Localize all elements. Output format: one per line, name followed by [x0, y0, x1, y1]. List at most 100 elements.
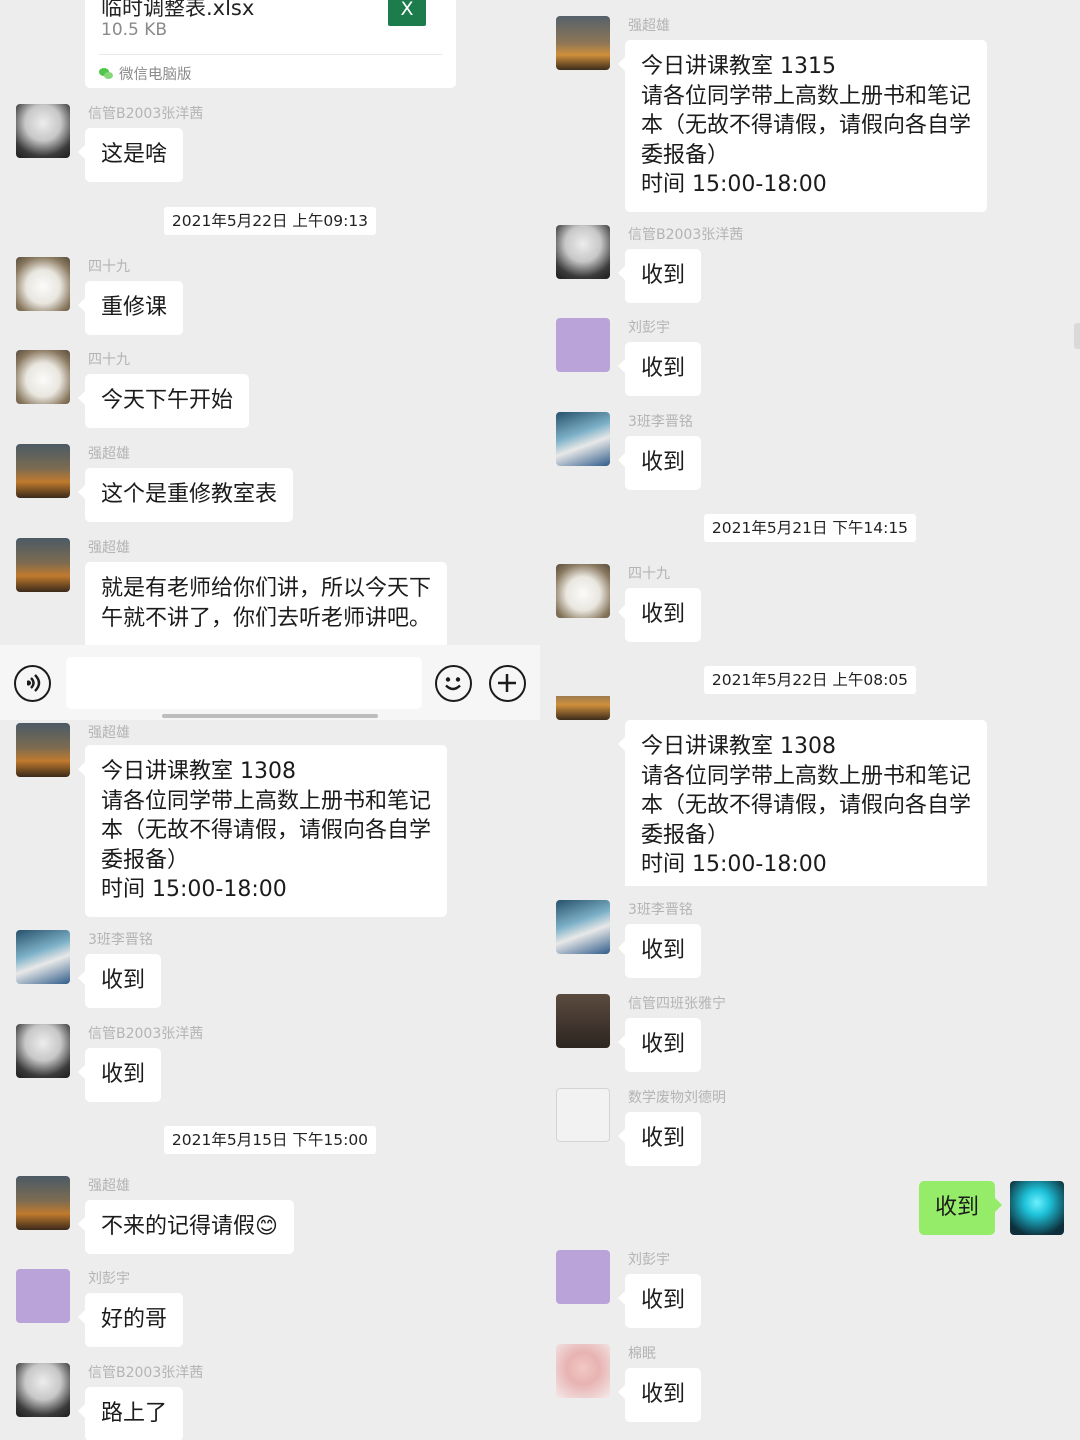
sender-name: 四十九 [628, 566, 670, 582]
message-row: 四十九 重修课 [16, 257, 524, 337]
message-bubble[interactable]: 今天下午开始 [77, 374, 250, 428]
message-bubble[interactable]: 今日讲课教室 1308 请各位同学带上高数上册书和笔记 本（无故不得请假，请假向… [77, 745, 448, 917]
scroll-handle[interactable] [1074, 323, 1080, 349]
emoji-icon[interactable] [435, 665, 472, 702]
message-row: 刘彭宇 好的哥 [16, 1269, 524, 1349]
timestamp: 2021年5月22日 上午08:05 [540, 666, 1080, 694]
message-row: 数学废物刘德明 收到 [556, 1088, 1064, 1168]
sender-name: 强超雄 [88, 446, 130, 462]
excel-file-icon: X [388, 0, 426, 26]
message-row: 强超雄 这个是重修教室表 [16, 444, 524, 524]
message-row: 3班李晋铭 收到 [556, 900, 1064, 980]
message-bubble[interactable]: 收到 [617, 249, 702, 303]
message-bubble[interactable]: 收到 [617, 588, 702, 642]
avatar[interactable] [556, 225, 610, 279]
chat-screenshot-right: 强超雄 今日讲课教室 1315 请各位同学带上高数上册书和笔记 本（无故不得请假… [540, 0, 1080, 1440]
message-bubble[interactable]: 收到 [617, 1018, 702, 1072]
avatar[interactable] [556, 1344, 610, 1398]
avatar[interactable] [16, 257, 70, 311]
file-name: 临时调整表.xlsx [101, 0, 255, 20]
avatar[interactable] [556, 1088, 610, 1142]
message-bubble[interactable]: 收到 [617, 1368, 702, 1422]
timestamp: 2021年5月21日 下午14:15 [540, 514, 1080, 542]
message-bubble[interactable]: 收到 [918, 1181, 1003, 1235]
chat-input-bar [0, 645, 540, 720]
message-bubble[interactable]: 收到 [617, 436, 702, 490]
sender-name: 信管四班张雅宁 [628, 996, 726, 1012]
timestamp-label: 2021年5月15日 下午15:00 [163, 1126, 377, 1154]
message-bubble[interactable]: 收到 [617, 1274, 702, 1328]
sender-name: 刘彭宇 [628, 320, 670, 336]
message-bubble[interactable]: 好的哥 [77, 1293, 184, 1347]
file-source-label: 微信电脑版 [119, 67, 192, 83]
message-bubble[interactable]: 今日讲课教室 1315 请各位同学带上高数上册书和笔记 本（无故不得请假，请假向… [617, 40, 988, 212]
message-bubble[interactable]: 路上了 [77, 1387, 184, 1440]
avatar[interactable] [556, 412, 610, 466]
avatar[interactable] [556, 318, 610, 372]
avatar[interactable] [556, 994, 610, 1048]
sender-name: 信管B2003张洋茜 [88, 106, 204, 122]
sender-name: 信管B2003张洋茜 [88, 1365, 204, 1381]
message-row: 今日讲课教室 1308 请各位同学带上高数上册书和笔记 本（无故不得请假，请假向… [556, 696, 1064, 886]
message-bubble[interactable]: 收到 [77, 1048, 162, 1102]
message-bubble[interactable]: 不来的记得请假😊 [78, 1200, 294, 1254]
avatar[interactable] [16, 1363, 70, 1417]
message-row: 刘彭宇 收到 [556, 318, 1064, 398]
sender-name: 3班李晋铭 [88, 932, 153, 948]
sender-name: 强超雄 [88, 540, 130, 556]
plus-icon[interactable] [489, 665, 526, 702]
message-bubble[interactable]: 这个是重修教室表 [77, 468, 294, 522]
message-bubble[interactable]: 这是啥 [77, 128, 184, 182]
message-bubble[interactable]: 收到 [617, 342, 702, 396]
avatar[interactable] [556, 1250, 610, 1304]
avatar[interactable] [16, 538, 70, 592]
avatar[interactable] [16, 1176, 70, 1230]
avatar[interactable] [556, 16, 610, 70]
avatar[interactable] [556, 564, 610, 618]
avatar[interactable] [556, 900, 610, 954]
sender-name: 刘彭宇 [628, 1252, 670, 1268]
file-source: 微信电脑版 [99, 63, 192, 84]
avatar[interactable] [16, 1269, 70, 1323]
sender-name: 刘彭宇 [88, 1271, 130, 1287]
avatar[interactable] [16, 1024, 70, 1078]
message-row: 四十九 收到 [556, 564, 1064, 644]
message-row: 信管B2003张洋茜 这是啥 [16, 104, 524, 184]
message-bubble[interactable]: 收到 [77, 954, 162, 1008]
avatar[interactable] [16, 723, 70, 777]
sender-name: 四十九 [88, 352, 130, 368]
message-bubble[interactable]: 收到 [617, 924, 702, 978]
avatar[interactable] [16, 104, 70, 158]
message-bubble[interactable]: 收到 [617, 1112, 702, 1166]
message-row: 3班李晋铭 收到 [16, 930, 524, 1010]
voice-icon[interactable] [14, 665, 51, 702]
message-row: 信管B2003张洋茜 收到 [16, 1024, 524, 1104]
sender-name: 棉眠 [628, 1346, 656, 1362]
sender-name: 数学废物刘德明 [628, 1090, 726, 1106]
file-message-card[interactable]: 临时调整表.xlsx 10.5 KB X 微信电脑版 [85, 0, 456, 88]
message-row: 强超雄 就是有老师给你们讲，所以今天下 午就不讲了，你们去听老师讲吧。 [16, 538, 524, 662]
message-bubble[interactable]: 今日讲课教室 1308 请各位同学带上高数上册书和笔记 本（无故不得请假，请假向… [617, 720, 988, 886]
message-row: 强超雄 今日讲课教室 1315 请各位同学带上高数上册书和笔记 本（无故不得请假… [556, 16, 1064, 216]
message-input[interactable] [66, 657, 422, 709]
message-row: 四十九 今天下午开始 [16, 350, 524, 430]
message-bubble[interactable]: 重修课 [77, 281, 184, 335]
avatar[interactable] [16, 444, 70, 498]
avatar[interactable] [16, 930, 70, 984]
avatar[interactable] [1010, 1181, 1064, 1235]
sender-name: 信管B2003张洋茜 [628, 227, 744, 243]
message-row: 强超雄 不来的记得请假😊 [16, 1176, 524, 1256]
wechat-icon [99, 67, 113, 80]
message-row: 信管B2003张洋茜 收到 [556, 225, 1064, 305]
sender-name: 强超雄 [88, 725, 130, 741]
timestamp-label: 2021年5月22日 上午08:05 [703, 666, 917, 694]
avatar[interactable] [16, 350, 70, 404]
sender-name: 3班李晋铭 [628, 414, 693, 430]
message-row: 3班李晋铭 收到 [556, 412, 1064, 492]
timestamp-label: 2021年5月22日 上午09:13 [163, 207, 377, 235]
timestamp: 2021年5月15日 下午15:00 [0, 1126, 540, 1154]
message-row-self: 收到 [556, 1181, 1064, 1237]
message-row: 信管B2003张洋茜 路上了 [16, 1363, 524, 1440]
avatar[interactable] [556, 696, 610, 720]
home-indicator [162, 714, 378, 718]
